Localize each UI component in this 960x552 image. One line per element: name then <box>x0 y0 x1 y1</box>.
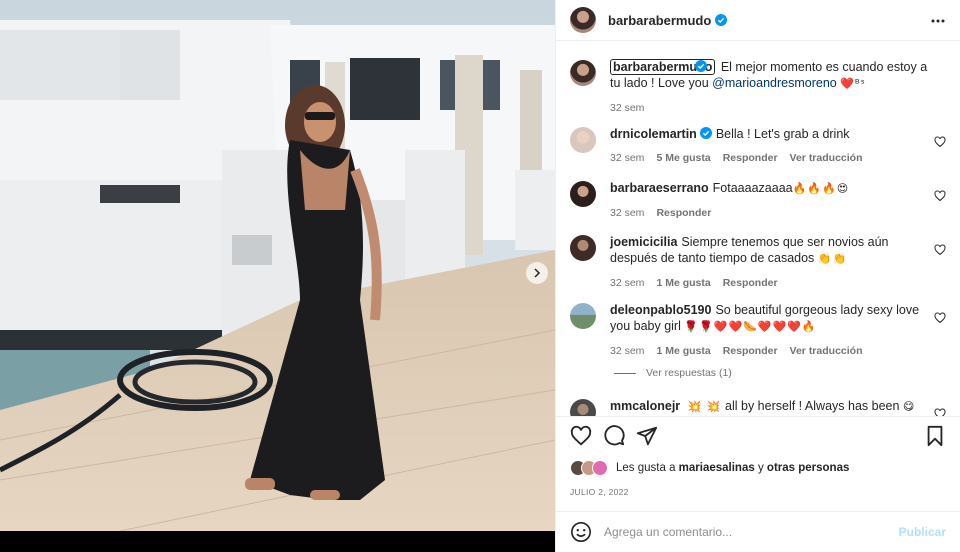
comment-item: deleonpablo5190 So beautiful gorgeous lad… <box>570 302 946 359</box>
bookmark-icon[interactable] <box>924 425 946 447</box>
translate-button[interactable]: Ver traducción <box>790 150 863 166</box>
caption-mention[interactable]: @marioandresmoreno <box>712 76 837 90</box>
likes-prefix: Les gusta a <box>616 462 676 474</box>
comment-body: joemicicilia Siempre tenemos que ser novi… <box>610 234 946 291</box>
comment-emoji: 🌹🌹❤️❤️🌭❤️❤️❤️🔥 <box>684 320 817 333</box>
heart-icon[interactable] <box>934 312 946 324</box>
liker-avatar <box>592 460 608 476</box>
comment-meta: 32 sem Responder <box>610 205 932 221</box>
verified-badge-icon <box>695 60 708 72</box>
view-replies-button[interactable]: Ver respuestas (1) <box>614 367 732 379</box>
commenter-avatar[interactable] <box>570 399 596 416</box>
comment-body: drnicolemartin Bella ! Let's grab a drink… <box>610 126 946 166</box>
commenter-avatar[interactable] <box>570 303 596 329</box>
author-username[interactable]: barbarabermudo <box>608 13 711 28</box>
comments-list[interactable]: barbarabermudo El mejor momento es cuand… <box>556 41 960 416</box>
likes-summary[interactable]: Les gusta a mariaesalinas y otras person… <box>570 460 849 476</box>
caption-body: barbarabermudo El mejor momento es cuand… <box>610 59 946 116</box>
reply-button[interactable]: Responder <box>723 343 778 359</box>
photo-illustration <box>0 0 555 531</box>
comment-likes[interactable]: 1 Me gusta <box>656 275 710 291</box>
comment-input[interactable] <box>604 525 899 539</box>
author-avatar[interactable] <box>570 60 596 86</box>
post-photo <box>0 0 555 531</box>
comment-item: mmcalonejr 💥 💥 all by herself ! Always h… <box>570 398 946 416</box>
share-icon[interactable] <box>636 425 658 447</box>
reply-button[interactable]: Responder <box>656 205 711 221</box>
comment-item: joemicicilia Siempre tenemos que ser novi… <box>570 234 946 291</box>
comment-username[interactable]: deleonpablo5190 <box>610 303 711 317</box>
translate-button[interactable]: Ver traducción <box>790 343 863 359</box>
comment-item: barbaraeserrano Fotaaaazaaaa🔥🔥🔥😍 32 sem R… <box>570 180 946 221</box>
heart-icon[interactable] <box>570 425 592 447</box>
likes-middle: y <box>757 462 764 474</box>
commenter-avatar[interactable] <box>570 181 596 207</box>
chevron-right-icon <box>534 268 541 278</box>
caption-time[interactable]: 32 sem <box>610 100 644 116</box>
reply-button[interactable]: Responder <box>723 150 778 166</box>
heart-icon[interactable] <box>934 136 946 148</box>
comment-time[interactable]: 32 sem <box>610 205 644 221</box>
comment-text: all by herself ! Always has been <box>725 399 900 413</box>
heart-icon[interactable] <box>934 244 946 256</box>
comment-emoji-before: 💥 💥 <box>687 400 722 413</box>
publish-button[interactable]: Publicar <box>899 525 946 539</box>
comment-time[interactable]: 32 sem <box>610 150 644 166</box>
comment-text: Bella ! Let's grab a drink <box>715 127 850 141</box>
comment-username[interactable]: barbaraeserrano <box>610 181 709 195</box>
comment-emoji: 👏👏 <box>817 252 848 265</box>
commenter-avatar[interactable] <box>570 127 596 153</box>
comment-meta: 32 sem 1 Me gusta Responder <box>610 275 932 291</box>
more-options-icon[interactable] <box>930 13 946 29</box>
post-side-panel: barbarabermudo barbarabermudo El mejor m… <box>555 0 960 552</box>
carousel-next-button[interactable] <box>526 262 548 284</box>
replies-divider <box>614 372 636 374</box>
comment-meta: 32 sem 1 Me gusta Responder Ver traducci… <box>610 343 932 359</box>
emoji-icon[interactable] <box>570 521 592 543</box>
comment-likes[interactable]: 5 Me gusta <box>656 150 710 166</box>
comment-likes[interactable]: 1 Me gusta <box>656 343 710 359</box>
comment-username[interactable]: drnicolemartin <box>610 127 697 141</box>
comment-meta: 32 sem 5 Me gusta Responder Ver traducci… <box>610 150 932 166</box>
comment-text: Fotaaaazaaaa <box>712 181 793 195</box>
reply-button[interactable]: Responder <box>723 275 778 291</box>
heart-icon[interactable] <box>934 190 946 202</box>
verified-badge-icon <box>715 14 728 26</box>
comment-time[interactable]: 32 sem <box>610 275 644 291</box>
actions-divider <box>556 416 960 417</box>
comment-username[interactable]: joemicicilia <box>610 235 677 249</box>
verified-badge-icon <box>699 127 712 139</box>
comment-emoji: 🔥🔥🔥😍 <box>792 182 850 195</box>
post-caption: barbarabermudo El mejor momento es cuand… <box>570 59 946 116</box>
comment-item: drnicolemartin Bella ! Let's grab a drink… <box>570 126 946 166</box>
comment-username[interactable]: mmcalonejr <box>610 399 680 413</box>
post-actions <box>570 425 946 449</box>
add-comment-bar: Publicar <box>570 512 946 552</box>
liker-avatars <box>570 460 608 476</box>
caption-meta: 32 sem <box>610 100 932 116</box>
comment-body: mmcalonejr 💥 💥 all by herself ! Always h… <box>610 398 946 416</box>
author-avatar[interactable] <box>570 7 596 33</box>
comment-emoji-after: 😋 <box>902 400 916 413</box>
photo-bottom-bar <box>0 531 555 552</box>
post-date[interactable]: JULIO 2, 2022 <box>570 487 629 497</box>
comment-body: deleonpablo5190 So beautiful gorgeous lad… <box>610 302 946 359</box>
view-replies-label: Ver respuestas (1) <box>646 367 732 379</box>
commenter-avatar[interactable] <box>570 235 596 261</box>
comment-time[interactable]: 32 sem <box>610 343 644 359</box>
likes-user[interactable]: mariaesalinas <box>679 462 755 474</box>
caption-emoji: ❤️ᴮˢ <box>840 77 866 90</box>
comment-body: barbaraeserrano Fotaaaazaaaa🔥🔥🔥😍 32 sem R… <box>610 180 946 221</box>
likes-others[interactable]: otras personas <box>767 462 849 474</box>
comment-icon[interactable] <box>603 425 625 447</box>
heart-icon[interactable] <box>934 408 946 416</box>
post-header: barbarabermudo <box>556 0 960 41</box>
